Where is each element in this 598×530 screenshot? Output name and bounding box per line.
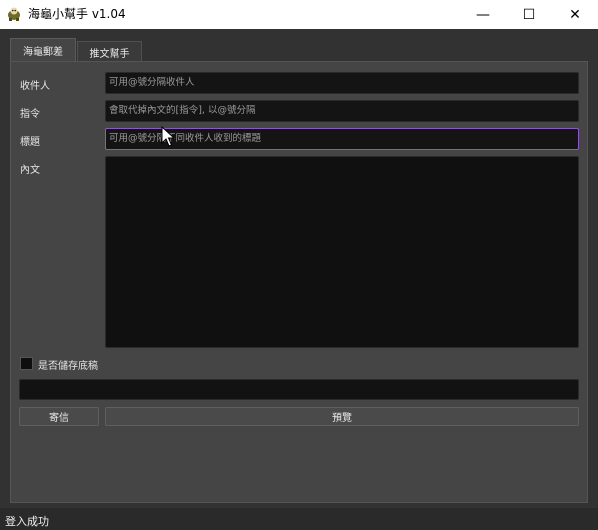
minimize-icon: —	[476, 6, 490, 23]
window-title: 海龜小幫手 v1.04	[28, 7, 126, 21]
status-bar	[0, 508, 598, 530]
tab-label: 海龜郵差	[23, 47, 63, 58]
maximize-icon: ☐	[522, 6, 536, 23]
body-textarea[interactable]	[105, 156, 579, 348]
preview-button[interactable]: 預覽	[105, 407, 579, 426]
command-input[interactable]: 會取代掉內文的[指令], 以@號分隔	[105, 100, 579, 122]
title-bar: 海龜小幫手 v1.04 — ☐ ✕	[0, 0, 598, 29]
progress-field	[19, 379, 579, 400]
minimize-button[interactable]: —	[460, 0, 506, 29]
status-text: 登入成功	[5, 515, 49, 528]
tab-label: 推文幫手	[89, 48, 130, 60]
body-label: 內文	[20, 165, 40, 176]
save-draft-checkbox[interactable]	[20, 357, 33, 370]
preview-button-label: 預覽	[332, 413, 352, 424]
command-label: 指令	[20, 109, 40, 120]
turtle-icon	[8, 7, 20, 21]
subject-label: 標題	[20, 137, 40, 148]
save-draft-label: 是否儲存底稿	[38, 361, 98, 372]
close-icon: ✕	[569, 6, 581, 23]
send-button-label: 寄信	[49, 413, 69, 424]
tab-turtle-postman[interactable]: 海龜郵差	[10, 38, 76, 62]
send-button[interactable]: 寄信	[19, 407, 99, 426]
tab-tweet-helper[interactable]: 推文幫手	[77, 41, 142, 62]
recipients-input[interactable]: 可用@號分隔收件人	[105, 72, 579, 94]
mouse-cursor-icon	[161, 126, 175, 147]
subject-input[interactable]: 可用@號分隔不同收件人收到的標題	[105, 128, 579, 150]
maximize-button[interactable]: ☐	[506, 0, 552, 29]
close-button[interactable]: ✕	[552, 0, 598, 29]
recipients-label: 收件人	[20, 81, 50, 92]
